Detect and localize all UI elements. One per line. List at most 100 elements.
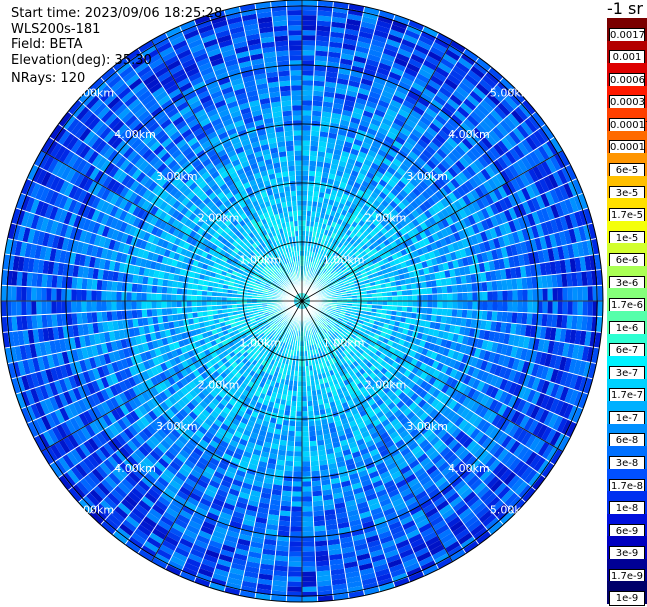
ppi-data-cell (572, 301, 578, 316)
ppi-data-cell (302, 541, 315, 547)
ppi-data-cell (497, 301, 503, 312)
ppi-data-cell (286, 440, 295, 447)
ppi-data-cell (302, 431, 310, 437)
ppi-data-cell (302, 401, 308, 407)
ppi-data-cell (302, 205, 307, 211)
ppi-data-cell (387, 296, 393, 301)
ppi-data-cell (283, 475, 293, 482)
ppi-data-cell (292, 476, 302, 482)
ppi-data-cell (427, 294, 433, 301)
ppi-data-cell (312, 105, 323, 112)
ppi-data-cell (294, 431, 302, 437)
ppi-data-cell (279, 439, 288, 446)
ppi-plot-window: 1.00km 1.00km 1.00km 1.00km 2.00km 2.00km 2.00… (0, 0, 647, 607)
ppi-data-cell (427, 301, 433, 308)
ppi-data-cell (295, 421, 302, 427)
ppi-data-cell (522, 289, 528, 301)
ppi-data-cell (411, 288, 418, 296)
ppi-data-cell (387, 301, 393, 306)
ppi-data-cell (432, 301, 438, 309)
ppi-data-cell (392, 296, 398, 301)
ppi-data-cell (440, 315, 447, 324)
ppi-data-cell (307, 410, 315, 417)
ppi-data-cell (442, 301, 448, 309)
ppi-data-cell (291, 506, 302, 512)
ppi-data-cell (311, 485, 322, 492)
ppi-data-cell (296, 401, 302, 407)
ppi-data-cell (308, 175, 316, 182)
ppi-data-cell (293, 451, 302, 457)
ppi-data-cell (302, 526, 315, 532)
ppi-data-cell (546, 274, 553, 289)
ppi-data-cell (294, 436, 302, 442)
ppi-data-cell (289, 410, 297, 417)
ppi-data-cell (297, 386, 302, 392)
ppi-data-cell (307, 185, 315, 192)
ppi-data-cell (312, 495, 323, 502)
ppi-data-cell (310, 455, 319, 462)
ppi-data-cell (512, 301, 518, 313)
ppi-data-cell (313, 525, 327, 532)
ppi-data-cell (302, 411, 308, 417)
ppi-data-cell (294, 441, 302, 447)
ppi-data-cell (291, 491, 302, 497)
ppi-data-cell (511, 278, 518, 290)
ppi-data-cell (291, 501, 302, 507)
ppi-data-cell (312, 505, 324, 512)
ppi-data-cell (421, 287, 428, 295)
ppi-data-cell (407, 295, 413, 301)
ppi-data-cell (302, 65, 315, 71)
ppi-data-cell (292, 486, 302, 492)
ppi-data-cell (310, 470, 321, 477)
ppi-data-cell (313, 80, 326, 87)
ppi-data-cell (486, 310, 493, 321)
ppi-data-cell (477, 291, 483, 301)
ppi-data-cell (471, 309, 478, 320)
ppi-data-cell (290, 511, 302, 517)
ppi-data-cell (316, 161, 324, 168)
ppi-data-cell (277, 525, 291, 532)
ppi-data-cell (406, 289, 413, 296)
ppi-data-cell (284, 460, 294, 467)
ppi-data-cell (547, 301, 553, 315)
ppi-data-cell (412, 295, 418, 301)
ppi-data-cell (313, 70, 327, 77)
ppi-data-cell (276, 540, 290, 547)
ppi-data-cell (302, 90, 313, 96)
ppi-data-cell (316, 434, 324, 441)
ppi-data-cell (302, 491, 313, 497)
ppi-data-cell (502, 301, 508, 312)
ppi-data-cell (302, 486, 312, 492)
ppi-data-cell (307, 405, 314, 412)
ppi-data-cell (302, 135, 311, 141)
ppi-data-cell (302, 406, 308, 412)
ppi-data-cell (302, 95, 313, 101)
ppi-data-cell (291, 496, 302, 502)
ppi-data-cell (315, 424, 323, 431)
ppi-data-cell (302, 10, 318, 16)
ppi-data-cell (284, 465, 294, 472)
ppi-data-cell (302, 70, 315, 76)
ppi-data-cell (567, 286, 573, 301)
ppi-data-cell (302, 521, 314, 527)
ppi-data-cell (313, 515, 326, 522)
ppi-data-cell (532, 301, 538, 314)
ppi-data-cell (302, 556, 316, 562)
ppi-data-cell (462, 292, 468, 301)
ppi-data-cell (506, 279, 513, 291)
ppi-data-cell (412, 301, 418, 307)
ppi-data-cell (285, 455, 294, 462)
ppi-data-cell (512, 289, 518, 301)
ppi-data-cell (496, 311, 503, 322)
ppi-data-cell (312, 95, 324, 102)
ppi-data-cell (587, 285, 593, 301)
ppi-data-cell (411, 306, 418, 314)
ppi-data-cell (280, 434, 288, 441)
ppi-data-cell (314, 545, 329, 552)
ppi-data-cell (309, 445, 318, 452)
ppi-data-cell (302, 396, 308, 402)
ppi-data-cell (456, 284, 463, 293)
ppi-data-cell (402, 295, 408, 301)
ppi-data-cell (302, 160, 310, 166)
ppi-data-cell (279, 510, 291, 517)
